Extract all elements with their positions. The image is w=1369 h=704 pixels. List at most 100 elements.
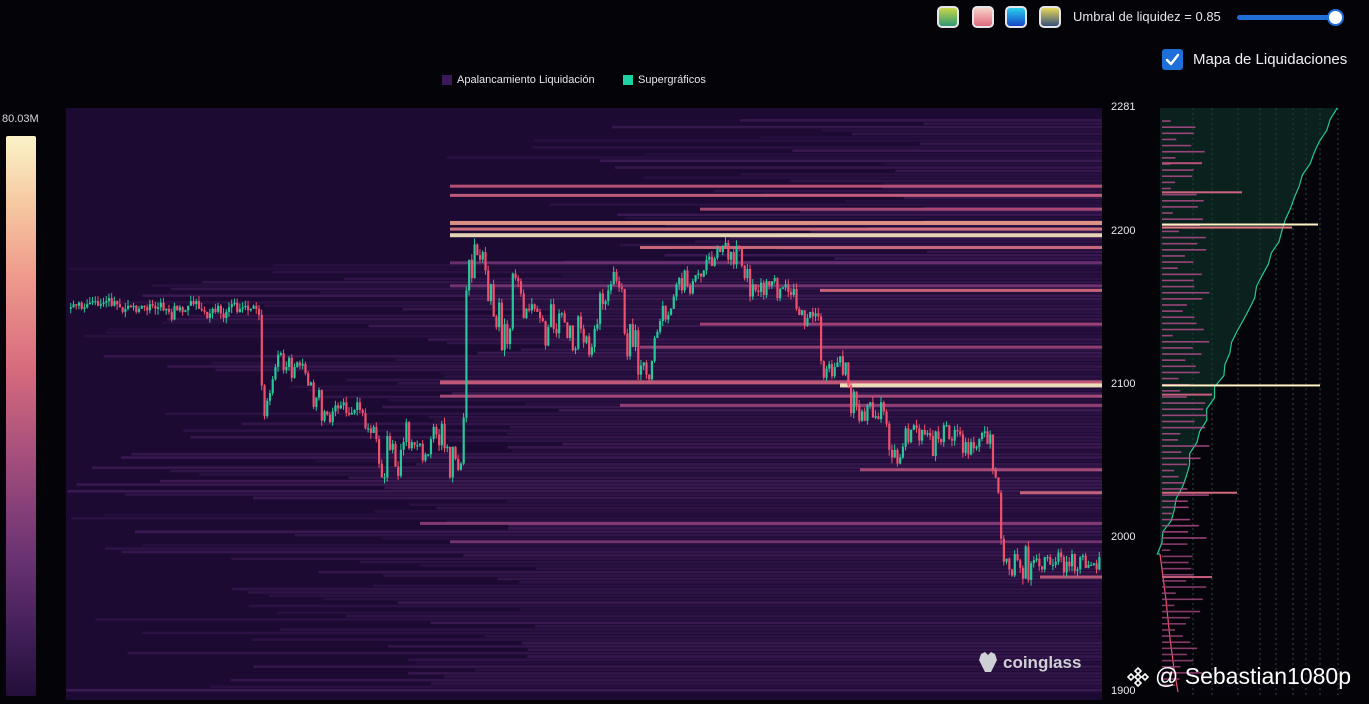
liquidation-band — [359, 560, 1103, 564]
candle-body — [566, 322, 569, 338]
candle-body — [683, 270, 686, 291]
candle-body — [457, 459, 460, 470]
side-bar — [1162, 267, 1178, 270]
candle-body — [1092, 563, 1096, 565]
candle-body — [1002, 538, 1005, 562]
liquidation-band — [521, 641, 1102, 645]
liquidation-band — [430, 682, 1103, 685]
candle-body — [323, 411, 326, 421]
candle-body — [1024, 546, 1027, 579]
liquidation-band — [142, 294, 1102, 297]
candle-body — [369, 428, 373, 433]
liquidation-band — [643, 176, 1102, 179]
candle-body — [118, 304, 122, 308]
candle-body — [773, 278, 776, 282]
candle-body — [331, 411, 334, 423]
candle-body — [129, 305, 132, 308]
side-bar — [1162, 396, 1187, 398]
candle-body — [675, 284, 678, 297]
side-bar — [1162, 304, 1187, 306]
candle-body — [230, 304, 233, 308]
candle-body — [358, 402, 362, 410]
candle-body — [241, 307, 244, 309]
candle-body — [293, 367, 296, 378]
candle-body — [596, 324, 599, 329]
liquidation-level — [820, 288, 1102, 292]
liquidation-band — [792, 149, 1102, 152]
side-bar-strong — [1162, 384, 1320, 387]
candle-body — [582, 328, 585, 343]
candle-body — [920, 429, 924, 441]
liquidation-band — [562, 311, 1102, 314]
candle-body — [337, 405, 340, 409]
side-bar — [1162, 181, 1176, 184]
candle-body — [574, 348, 577, 351]
candle-body — [105, 301, 108, 303]
candle-body — [462, 417, 465, 464]
candle-body — [1054, 561, 1057, 565]
liquidation-band — [644, 152, 1102, 156]
candle-body — [154, 305, 157, 309]
candle-body — [896, 449, 899, 464]
liquidation-band — [927, 250, 1102, 254]
candle-body — [367, 428, 370, 430]
candle-body — [197, 301, 201, 309]
candle-body — [972, 442, 975, 449]
candle-body — [880, 402, 883, 420]
liquidation-band — [617, 213, 1102, 217]
candle-body — [397, 466, 400, 476]
side-bar — [1162, 543, 1188, 545]
liquidation-level — [450, 227, 1102, 231]
liquidation-band — [497, 577, 1103, 581]
candle-body — [170, 311, 173, 320]
liquidation-band — [428, 338, 1102, 341]
candle-body — [544, 321, 547, 346]
candle-body — [959, 431, 962, 435]
side-bar — [1162, 322, 1197, 325]
liquidation-band — [95, 618, 1102, 621]
side-bar — [1162, 273, 1202, 276]
candle-body — [514, 273, 517, 279]
candle-body — [481, 252, 484, 260]
liquidation-band — [713, 189, 1102, 193]
candle-body — [1073, 554, 1076, 571]
candle-body — [691, 281, 694, 294]
candle-body — [211, 308, 214, 314]
candle-body — [1068, 561, 1071, 567]
liquidation-band — [729, 237, 1102, 240]
liquidation-band — [810, 230, 1102, 233]
candle-body — [672, 296, 675, 309]
candle-body — [225, 311, 228, 318]
candle-body — [830, 363, 834, 377]
side-bar — [1162, 555, 1193, 558]
side-bar-strong — [1162, 226, 1292, 229]
candle-body — [375, 426, 378, 440]
candle-body — [931, 436, 935, 456]
side-bar — [1162, 653, 1187, 656]
candle-body — [724, 242, 727, 246]
candle-body — [980, 432, 984, 440]
liquidation-band — [789, 179, 1102, 183]
candle-body — [689, 285, 692, 294]
candle-body — [759, 282, 763, 292]
candle-body — [492, 284, 495, 317]
candle-body — [770, 281, 774, 286]
candle-body — [394, 443, 397, 467]
candle-body — [1051, 564, 1055, 566]
liquidation-band — [521, 348, 1102, 351]
side-bar — [1162, 402, 1206, 404]
candle-body — [634, 330, 637, 348]
liquidation-band — [373, 584, 1103, 587]
side-bar — [1162, 537, 1207, 539]
candle-body — [631, 324, 634, 348]
author-handle: @ Sebastian1080p — [1155, 663, 1351, 689]
liquidation-band — [428, 415, 1102, 419]
candle-body — [910, 429, 913, 443]
liquidation-band — [315, 459, 1102, 463]
candle-body — [825, 368, 828, 378]
candle-body — [244, 305, 247, 308]
side-bar — [1162, 598, 1203, 601]
liquidation-band — [477, 351, 1102, 355]
candle-body — [487, 270, 490, 302]
side-bar — [1162, 212, 1173, 214]
